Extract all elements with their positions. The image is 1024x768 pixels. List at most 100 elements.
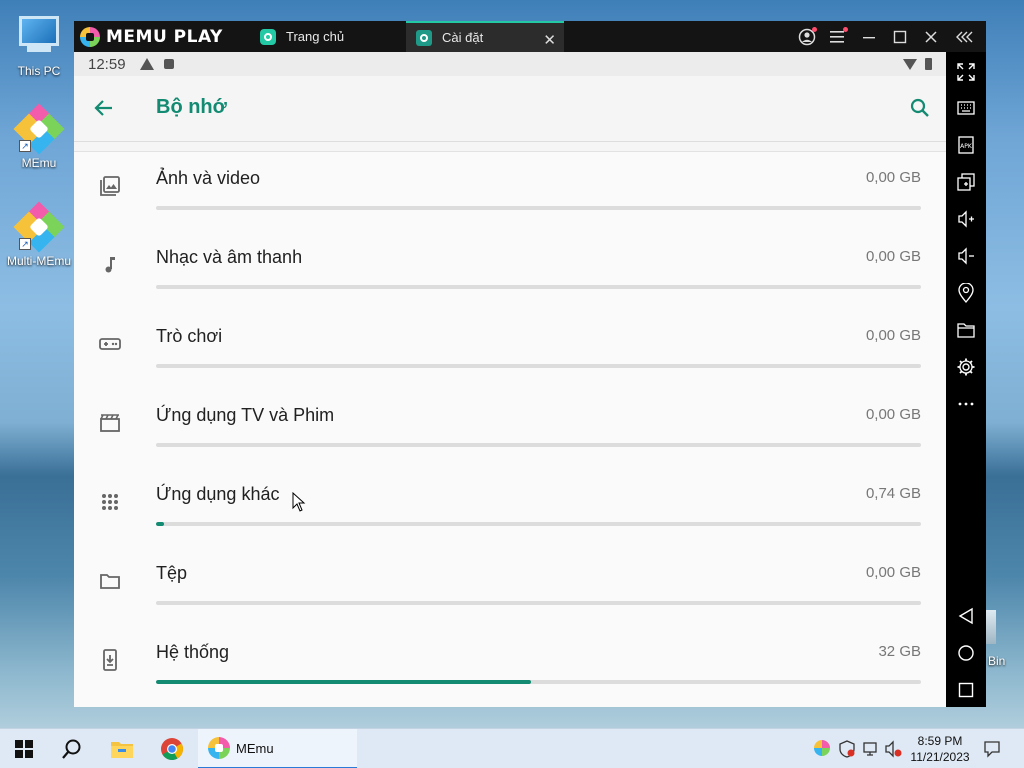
settings-app-icon [416,29,432,46]
storage-label: Nhạc và âm thanh [156,247,303,267]
maximize-icon[interactable] [889,26,911,48]
volume-up-icon[interactable] [954,207,978,231]
home-app-icon [260,28,276,45]
storage-row[interactable]: Nhạc và âm thanh 0,00 GB [74,231,946,310]
music-note-icon [98,253,122,277]
storage-row[interactable]: Ảnh và video 0,00 GB [74,152,946,231]
system-update-icon [98,648,122,672]
storage-row[interactable]: Tệp 0,00 GB [74,547,946,626]
location-icon[interactable] [954,281,978,305]
desktop-icon-label: MEmu [21,156,57,170]
storage-label: Ứng dụng khác [156,484,280,504]
storage-label: Trò chơi [156,326,223,346]
fullscreen-icon[interactable] [954,60,978,84]
windows-start-icon[interactable] [10,735,38,763]
account-icon[interactable] [796,26,818,48]
storage-row[interactable]: Trò chơi 0,00 GB [74,310,946,389]
desktop-icon-label: Bin [988,654,1006,668]
taskbar: MEmu 8:59 PM 11/21/2023 [0,728,1024,768]
storage-row[interactable]: Ứng dụng TV và Phim 0,00 GB [74,389,946,468]
memu-logo-icon [80,27,100,47]
usage-bar [156,364,921,368]
network-icon[interactable] [862,740,880,758]
battery-icon [925,58,932,70]
memu-tray-icon[interactable] [814,740,832,758]
system-clock[interactable]: 8:59 PM 11/21/2023 [906,733,974,765]
chrome-icon[interactable] [158,735,186,763]
volume-muted-icon[interactable] [884,740,902,758]
desktop-icon-recycle-bin[interactable]: Bin [984,610,1024,668]
folder-icon[interactable] [954,318,978,342]
multi-memu-app-icon: ↗ [13,201,65,253]
folder-icon [98,569,122,593]
android-back-icon[interactable] [954,604,978,628]
desktop-icon-this-pc[interactable]: This PC [4,10,74,78]
recycle-bin-icon [984,610,1004,650]
status-time: 12:59 [88,55,126,73]
tab-label: Trang chủ [286,29,345,44]
mouse-cursor-icon [292,492,306,512]
divider [74,142,946,152]
side-toolbar: APK [946,52,986,707]
svg-text:APK: APK [960,143,973,150]
storage-size: 0,00 GB [865,406,921,423]
search-icon[interactable] [58,735,86,763]
taskbar-memu-app[interactable]: MEmu [198,729,357,768]
page-title: Bộ nhớ [156,96,227,118]
volume-down-icon[interactable] [954,244,978,268]
menu-icon[interactable] [827,26,849,48]
storage-label: Tệp [156,563,188,583]
wifi-icon [903,58,917,70]
settings-icon[interactable] [954,355,978,379]
minimize-icon[interactable] [858,26,880,48]
apps-grid-icon [98,490,122,514]
this-pc-icon [17,16,61,60]
taskbar-app-label: MEmu [236,740,274,756]
close-icon[interactable]: ✕ [543,31,556,49]
more-icon[interactable] [954,392,978,416]
android-screen: 12:59 Bộ nhớ Ảnh và video 0,00 GB Nhạc v… [74,52,946,707]
storage-size: 0,00 GB [865,327,921,344]
title-bar: MEMU PLAY Trang chủ Cài đặt ✕ [74,21,986,52]
clock-time: 8:59 PM [917,734,963,748]
clock-date: 11/21/2023 [910,750,970,764]
android-recents-icon[interactable] [954,678,978,702]
gamepad-icon [98,332,122,356]
storage-label: Ảnh và video [156,168,261,188]
usage-fill [156,680,531,684]
notification-icon [163,59,174,69]
android-home-icon[interactable] [954,641,978,665]
desktop-icon-multi-memu[interactable]: ↗ Multi-MEmu [4,201,74,268]
storage-label: Ứng dụng TV và Phim [156,405,335,425]
multi-window-icon[interactable] [954,170,978,194]
storage-label: Hệ thống [156,642,230,662]
notification-center-icon[interactable] [983,740,1001,758]
security-shield-icon[interactable] [838,740,856,758]
keyboard-icon[interactable] [954,96,978,120]
storage-size: 0,00 GB [865,169,921,186]
back-arrow-icon[interactable] [92,96,116,120]
storage-size: 0,00 GB [865,248,921,265]
file-explorer-icon[interactable] [108,735,136,763]
memu-brand: MEMU PLAY [80,26,223,48]
apk-icon[interactable]: APK [954,133,978,157]
memu-app-icon [208,737,230,759]
memu-app-icon: ↗ [13,103,65,155]
warning-icon [139,58,154,70]
storage-size: 0,00 GB [865,564,921,581]
close-icon[interactable] [920,26,942,48]
desktop-icon-label: This PC [17,64,61,78]
shortcut-arrow-icon: ↗ [19,140,31,152]
tab-home[interactable]: Trang chủ [250,21,404,52]
app-bar: Bộ nhớ [74,76,946,142]
usage-fill [156,522,164,526]
tab-settings[interactable]: Cài đặt ✕ [406,21,564,52]
desktop-icon-memu[interactable]: ↗ MEmu [4,103,74,170]
shortcut-arrow-icon: ↗ [19,238,31,250]
usage-bar [156,285,921,289]
photo-icon [98,174,122,198]
collapse-icon[interactable] [954,26,976,48]
storage-row[interactable]: Hệ thống 32 GB [74,626,946,705]
storage-row[interactable]: Ứng dụng khác 0,74 GB [74,468,946,547]
search-icon[interactable] [908,96,932,120]
